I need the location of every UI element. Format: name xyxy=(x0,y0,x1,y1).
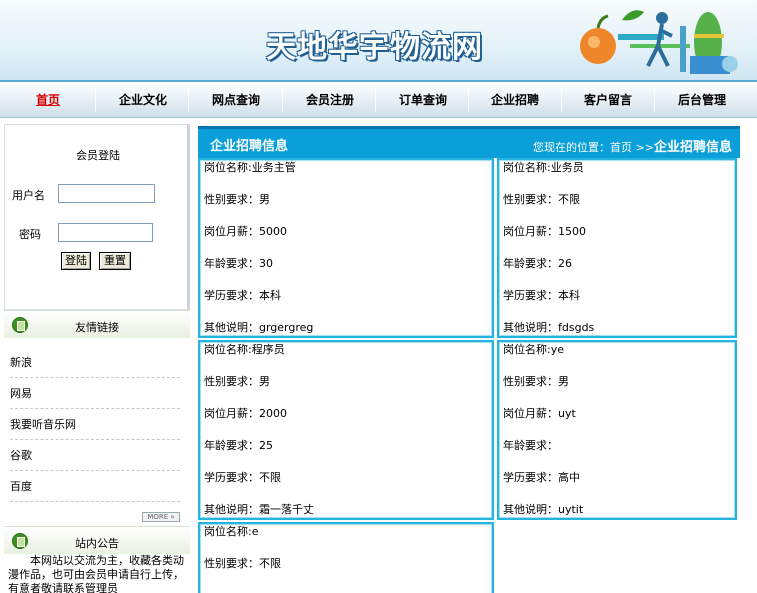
job-age: 年龄要求：26 xyxy=(503,257,572,270)
main-nav: 首页 企业文化 网点查询 会员注册 订单查询 企业招聘 客户留言 后台管理 xyxy=(0,80,757,118)
job-card: 岗位名称:ye 性别要求：男 岗位月薪：uyt 年龄要求： 学历要求：高中 其他… xyxy=(497,340,737,520)
login-panel: 会员登陆 用户名 密码 登陆 重置 xyxy=(4,124,190,310)
nav-order-lookup[interactable]: 订单查询 xyxy=(387,89,459,111)
banner: 天地华宇物流网 xyxy=(0,0,757,80)
job-education: 学历要求：不限 xyxy=(204,471,281,484)
breadcrumb-prefix: 您现在的位置：首页 >> xyxy=(533,141,654,154)
job-title: 岗位名称:业务员 xyxy=(503,161,584,174)
login-button[interactable]: 登陆 xyxy=(61,252,91,270)
job-education: 学历要求：本科 xyxy=(204,289,281,302)
link-netease[interactable]: 网易 xyxy=(10,379,180,409)
job-gender: 性别要求：不限 xyxy=(503,193,580,206)
links-header: 友情链接 xyxy=(4,310,190,338)
job-note: 其他说明：fdsgds xyxy=(503,321,595,334)
job-note: 其他说明：grgergreg xyxy=(204,321,314,334)
nav-admin[interactable]: 后台管理 xyxy=(666,89,738,111)
job-salary: 岗位月薪：1500 xyxy=(503,225,586,238)
password-input[interactable] xyxy=(58,223,153,242)
breadcrumb: 您现在的位置：首页 >>企业招聘信息 xyxy=(533,136,732,155)
job-salary: 岗位月薪：5000 xyxy=(204,225,287,238)
job-card: 岗位名称:业务员 性别要求：不限 岗位月薪：1500 年龄要求：26 学历要求：… xyxy=(497,158,737,338)
banner-illustration xyxy=(580,10,738,74)
job-salary: 岗位月薪：2000 xyxy=(204,407,287,420)
job-age: 年龄要求：30 xyxy=(204,257,273,270)
nav-customer-message[interactable]: 客户留言 xyxy=(572,89,644,111)
job-title: 岗位名称:e xyxy=(204,525,259,538)
nav-divider xyxy=(375,88,376,112)
nav-branch-lookup[interactable]: 网点查询 xyxy=(200,89,272,111)
job-note: 其他说明：霜一落千丈 xyxy=(204,503,314,516)
job-card: 岗位名称:程序员 性别要求：男 岗位月薪：2000 年龄要求：25 学历要求：不… xyxy=(198,340,494,520)
notice-header: 站内公告 xyxy=(4,526,190,554)
nav-divider xyxy=(188,88,189,112)
job-title: 岗位名称:ye xyxy=(503,343,564,356)
main-header: 企业招聘信息 您现在的位置：首页 >>企业招聘信息 xyxy=(198,126,740,158)
job-salary: 岗位月薪：uyt xyxy=(503,407,576,420)
job-note: 其他说明：uytit xyxy=(503,503,584,516)
notice-text: 本网站以交流为主，收藏各类动漫作品，也可由会员申请自行上传，有意者敬请联系管理员 xyxy=(8,554,184,593)
nav-divider xyxy=(654,88,655,112)
nav-home[interactable]: 首页 xyxy=(22,89,74,111)
job-card: 岗位名称:业务主管 性别要求：男 岗位月薪：5000 年龄要求：30 学历要求：… xyxy=(198,158,494,338)
nav-member-register[interactable]: 会员注册 xyxy=(294,89,366,111)
link-sina[interactable]: 新浪 xyxy=(10,348,180,378)
username-label: 用户名 xyxy=(12,189,45,202)
job-gender: 性别要求：男 xyxy=(204,193,270,206)
reset-button[interactable]: 重置 xyxy=(99,252,131,270)
nav-divider xyxy=(282,88,283,112)
job-gender: 性别要求：男 xyxy=(503,375,569,388)
link-google[interactable]: 谷歌 xyxy=(10,441,180,471)
job-gender: 性别要求：不限 xyxy=(204,557,281,570)
nav-divider xyxy=(95,88,96,112)
nav-recruitment[interactable]: 企业招聘 xyxy=(479,89,551,111)
notice-title: 站内公告 xyxy=(75,537,119,550)
breadcrumb-current: 企业招聘信息 xyxy=(653,140,732,155)
more-links-button[interactable]: MORE » xyxy=(142,512,180,522)
job-gender: 性别要求：男 xyxy=(204,375,270,388)
nav-corporate-culture[interactable]: 企业文化 xyxy=(107,89,179,111)
page: 天地华宇物流网 首页 企业文化 网点查询 会员注册 订单查询 企业招聘 客户留言… xyxy=(0,0,757,593)
job-age: 年龄要求： xyxy=(503,439,558,452)
job-education: 学历要求：本科 xyxy=(503,289,580,302)
job-card: 岗位名称:e 性别要求：不限 xyxy=(198,522,494,593)
job-education: 学历要求：高中 xyxy=(503,471,580,484)
job-age: 年龄要求：25 xyxy=(204,439,273,452)
links-title: 友情链接 xyxy=(75,321,119,334)
password-label: 密码 xyxy=(19,228,41,241)
job-title: 岗位名称:业务主管 xyxy=(204,161,296,174)
nav-divider xyxy=(561,88,562,112)
username-input[interactable] xyxy=(58,184,155,203)
link-music[interactable]: 我要听音乐网 xyxy=(10,410,180,440)
site-title: 天地华宇物流网 xyxy=(266,30,483,65)
nav-divider xyxy=(468,88,469,112)
login-title: 会员登陆 xyxy=(76,149,120,162)
sidebar: 会员登陆 用户名 密码 登陆 重置 友情链接 新浪 网易 我要听音乐网 谷歌 百… xyxy=(0,122,190,593)
link-baidu[interactable]: 百度 xyxy=(10,472,180,502)
main-content: 企业招聘信息 您现在的位置：首页 >>企业招聘信息 岗位名称:业务主管 性别要求… xyxy=(198,122,740,593)
page-title: 企业招聘信息 xyxy=(210,139,289,154)
job-title: 岗位名称:程序员 xyxy=(204,343,285,356)
